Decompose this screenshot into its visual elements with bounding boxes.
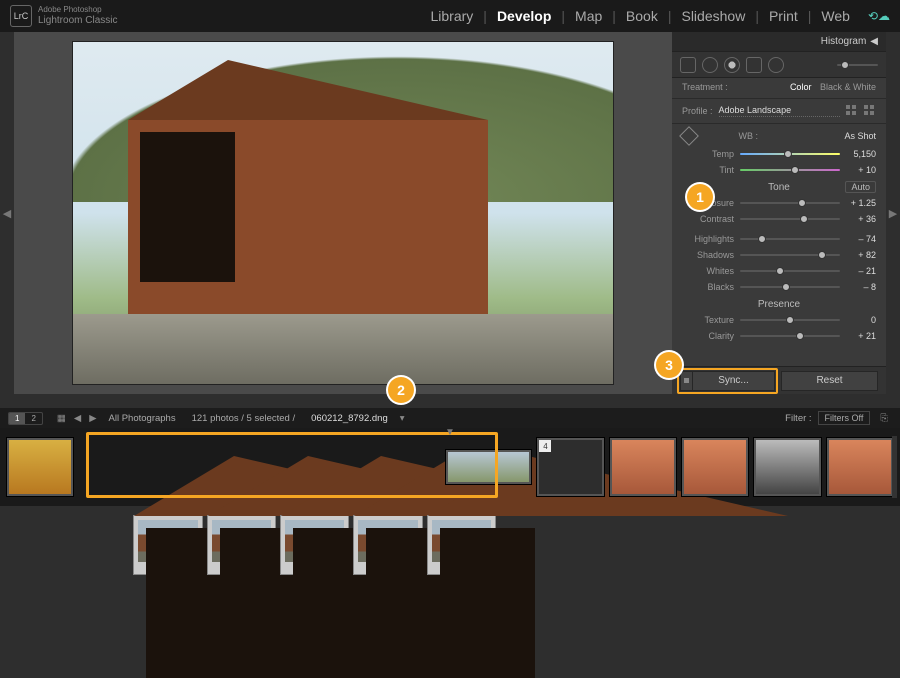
reset-button[interactable]: Reset bbox=[781, 371, 878, 391]
thumb-4[interactable] bbox=[280, 515, 349, 575]
blacks-slider[interactable] bbox=[740, 282, 840, 292]
profile-grid-icon[interactable] bbox=[864, 105, 876, 117]
count-label: 121 photos / 5 selected / bbox=[192, 413, 296, 424]
nav-back-icon[interactable]: ◀ bbox=[74, 413, 81, 424]
thumb-10[interactable] bbox=[681, 437, 749, 497]
thumb-7[interactable] bbox=[445, 449, 533, 485]
module-slideshow[interactable]: Slideshow bbox=[671, 8, 755, 24]
temp-slider[interactable] bbox=[740, 149, 840, 159]
filmstrip[interactable]: 4 bbox=[0, 428, 900, 506]
module-develop[interactable]: Develop bbox=[487, 8, 561, 24]
thumb-11[interactable] bbox=[753, 437, 821, 497]
temp-row: Temp 5,150 bbox=[672, 146, 886, 162]
profile-browser-icon[interactable] bbox=[846, 105, 858, 117]
crop-tool-icon[interactable] bbox=[680, 57, 696, 73]
tool-size-slider[interactable] bbox=[837, 60, 878, 70]
profile-row: Profile : Adobe Landscape bbox=[672, 101, 886, 121]
wb-row: WB : As Shot bbox=[672, 126, 886, 146]
filename-label: 060212_8792.dng bbox=[311, 413, 388, 424]
filter-lock-icon[interactable]: ⎘ bbox=[880, 413, 888, 424]
nav-fwd-icon[interactable]: ▶ bbox=[89, 413, 96, 424]
thumb-2[interactable] bbox=[133, 515, 202, 575]
left-panel-toggle[interactable]: ◀ bbox=[0, 32, 14, 394]
module-print[interactable]: Print bbox=[759, 8, 808, 24]
filter-label: Filter : bbox=[785, 413, 811, 424]
whites-slider[interactable] bbox=[740, 266, 840, 276]
source-label[interactable]: All Photographs bbox=[109, 413, 176, 424]
callout-1: 1 bbox=[687, 184, 713, 210]
stack-badge[interactable]: 4 bbox=[539, 440, 551, 452]
tool-strip bbox=[672, 52, 886, 78]
histogram-header[interactable]: Histogram◀ bbox=[672, 32, 886, 52]
thumb-3[interactable] bbox=[207, 515, 276, 575]
filmstrip-size-handle[interactable] bbox=[892, 436, 897, 498]
sync-toggle[interactable] bbox=[680, 371, 692, 391]
treatment-bw[interactable]: Black & White bbox=[820, 82, 876, 92]
app-logo: LrC bbox=[10, 5, 32, 27]
spot-tool-icon[interactable] bbox=[702, 57, 718, 73]
thumb-8[interactable]: 4 bbox=[536, 437, 604, 497]
sync-button[interactable]: Sync... bbox=[692, 371, 775, 391]
clarity-slider[interactable] bbox=[740, 331, 840, 341]
module-library[interactable]: Library bbox=[421, 8, 484, 24]
chevron-down-icon[interactable]: ▾ bbox=[400, 413, 405, 424]
module-web[interactable]: Web bbox=[811, 8, 860, 24]
redeye-tool-icon[interactable] bbox=[746, 57, 762, 73]
filmstrip-toggle-icon[interactable]: ▼ bbox=[445, 427, 455, 438]
tint-slider[interactable] bbox=[740, 165, 840, 175]
thumb-9[interactable] bbox=[609, 437, 677, 497]
thumb-12[interactable] bbox=[826, 437, 894, 497]
auto-tone-button[interactable]: Auto bbox=[845, 181, 876, 193]
callout-2: 2 bbox=[388, 377, 414, 403]
loupe-view[interactable] bbox=[14, 32, 672, 394]
secondary-toolbar: 1 2 ▦ ◀ ▶ All Photographs 121 photos / 5… bbox=[0, 408, 900, 428]
chevron-left-icon: ◀ bbox=[870, 36, 878, 47]
filter-dropdown[interactable]: Filters Off bbox=[818, 411, 871, 425]
texture-slider[interactable] bbox=[740, 315, 840, 325]
contrast-slider[interactable] bbox=[740, 214, 840, 224]
app-header: LrC Adobe Photoshop Lightroom Classic Li… bbox=[0, 0, 900, 32]
cloud-sync-icon[interactable]: ⟲☁ bbox=[868, 9, 890, 23]
main-area: ◀ Histogram◀ Treatment : Color Black & W… bbox=[0, 32, 900, 394]
view-2[interactable]: 2 bbox=[25, 413, 41, 424]
mask-tool-icon[interactable] bbox=[724, 57, 740, 73]
radial-tool-icon[interactable] bbox=[768, 57, 784, 73]
module-map[interactable]: Map bbox=[565, 8, 612, 24]
presence-section: Presence bbox=[672, 295, 886, 312]
view-segmented[interactable]: 1 2 bbox=[8, 412, 43, 425]
wb-preset[interactable]: As Shot bbox=[844, 131, 876, 141]
panel-footer: Sync... Reset bbox=[672, 366, 886, 394]
grid-view-icon[interactable]: ▦ bbox=[57, 413, 66, 424]
view-1[interactable]: 1 bbox=[9, 413, 25, 424]
highlights-slider[interactable] bbox=[740, 234, 840, 244]
right-panel-toggle[interactable]: ▶ bbox=[886, 32, 900, 394]
tint-row: Tint + 10 bbox=[672, 162, 886, 178]
module-picker: Library| Develop| Map| Book| Slideshow| … bbox=[421, 8, 891, 24]
treatment-color[interactable]: Color bbox=[790, 82, 812, 92]
module-book[interactable]: Book bbox=[616, 8, 668, 24]
thumb-5[interactable] bbox=[353, 515, 422, 575]
develop-panel: Histogram◀ Treatment : Color Black & Whi… bbox=[672, 32, 886, 394]
thumb-1[interactable] bbox=[6, 437, 74, 497]
thumb-6[interactable] bbox=[427, 515, 496, 575]
app-brand: Adobe Photoshop Lightroom Classic bbox=[38, 6, 117, 26]
callout-3: 3 bbox=[656, 352, 682, 378]
treatment-row: Treatment : Color Black & White bbox=[672, 78, 886, 96]
shadows-slider[interactable] bbox=[740, 250, 840, 260]
eyedropper-icon[interactable] bbox=[679, 126, 699, 146]
main-photo bbox=[73, 42, 613, 384]
profile-picker[interactable]: Adobe Landscape bbox=[719, 105, 840, 117]
exposure-slider[interactable] bbox=[740, 198, 840, 208]
